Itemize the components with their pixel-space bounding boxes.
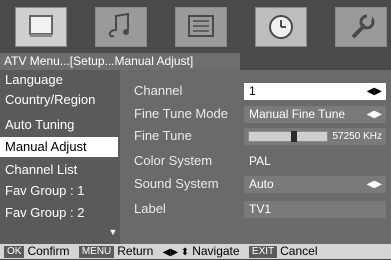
breadcrumb: ATV Menu...[Setup...Manual Adjust] [0, 53, 240, 70]
sound-menu-tab[interactable] [95, 7, 147, 47]
exit-key: EXIT [248, 246, 278, 258]
top-icon-bar [0, 0, 391, 52]
navigate-hint: Navigate [192, 244, 240, 258]
fine-tune-label: Fine Tune [134, 128, 192, 143]
channel-label: Channel [134, 83, 183, 98]
fine-tune-field[interactable]: 57250 KHz [244, 128, 386, 145]
channel-icon [188, 15, 214, 37]
sound-system-value: Auto [249, 177, 274, 191]
fine-tune-mode-label: Fine Tune Mode [134, 106, 228, 121]
menu-key: MENU [78, 246, 115, 258]
color-system-field: PAL [244, 153, 386, 170]
color-system-value: PAL [249, 154, 271, 168]
sound-system-label: Sound System [134, 176, 219, 191]
left-right-arrows-icon: ◀▶ [366, 86, 382, 97]
menu-item-fav-group-2[interactable]: Fav Group : 2 [0, 203, 118, 223]
scroll-down-icon[interactable]: ▼ [108, 228, 118, 237]
menu-item-fav-group-1[interactable]: Fav Group : 1 [0, 181, 118, 201]
label-label: Label [134, 201, 166, 216]
color-system-label: Color System [134, 153, 213, 168]
fine-tune-frequency: 57250 [332, 131, 361, 142]
channel-menu-tab[interactable] [175, 7, 227, 47]
fine-tune-mode-field[interactable]: Manual Fine Tune ◀▶ [244, 106, 386, 123]
time-menu-tab[interactable] [255, 7, 307, 47]
picture-icon [29, 15, 53, 37]
fine-tune-slider[interactable] [248, 131, 328, 142]
left-right-arrows-icon: ◀▶ [366, 179, 382, 190]
sound-system-field[interactable]: Auto ◀▶ [244, 176, 386, 193]
label-value: TV1 [249, 202, 272, 216]
channel-field[interactable]: 1 ◀▶ [244, 83, 386, 100]
menu-item-auto-tuning[interactable]: Auto Tuning [0, 115, 118, 135]
menu-item-country-region[interactable]: Country/Region [0, 90, 118, 110]
key-hint-bar: OK Confirm MENU Return ◀▶ ⬍ Navigate EXIT Ca… [0, 244, 391, 259]
sound-icon [108, 12, 129, 38]
ok-key: OK [4, 246, 25, 258]
menu-item-channel-list[interactable]: Channel List [0, 160, 118, 180]
menu-hint: Return [117, 244, 154, 258]
menu-item-manual-adjust[interactable]: Manual Adjust [0, 137, 118, 157]
breadcrumb-filler [240, 53, 391, 70]
fine-tune-mode-value: Manual Fine Tune [249, 107, 346, 121]
setup-menu-tab[interactable] [335, 7, 387, 47]
channel-value: 1 [249, 84, 256, 98]
left-right-arrows-icon: ◀▶ [366, 109, 382, 120]
tv-osd-screen: ATV Menu...[Setup...Manual Adjust] Langu… [0, 0, 391, 259]
fine-tune-slider-knob[interactable] [291, 131, 297, 142]
fine-tune-unit: KHz [363, 131, 382, 142]
picture-menu-tab[interactable] [15, 7, 67, 47]
navigate-arrows-icon: ◀▶ ⬍ [162, 247, 190, 258]
time-icon [269, 15, 293, 39]
exit-hint: Cancel [280, 244, 318, 258]
fine-tune-readout: 57250 KHz [333, 128, 383, 145]
setup-icon [351, 14, 375, 39]
ok-hint: Confirm [27, 244, 70, 258]
menu-item-language[interactable]: Language [0, 70, 118, 90]
label-field[interactable]: TV1 [244, 201, 386, 218]
